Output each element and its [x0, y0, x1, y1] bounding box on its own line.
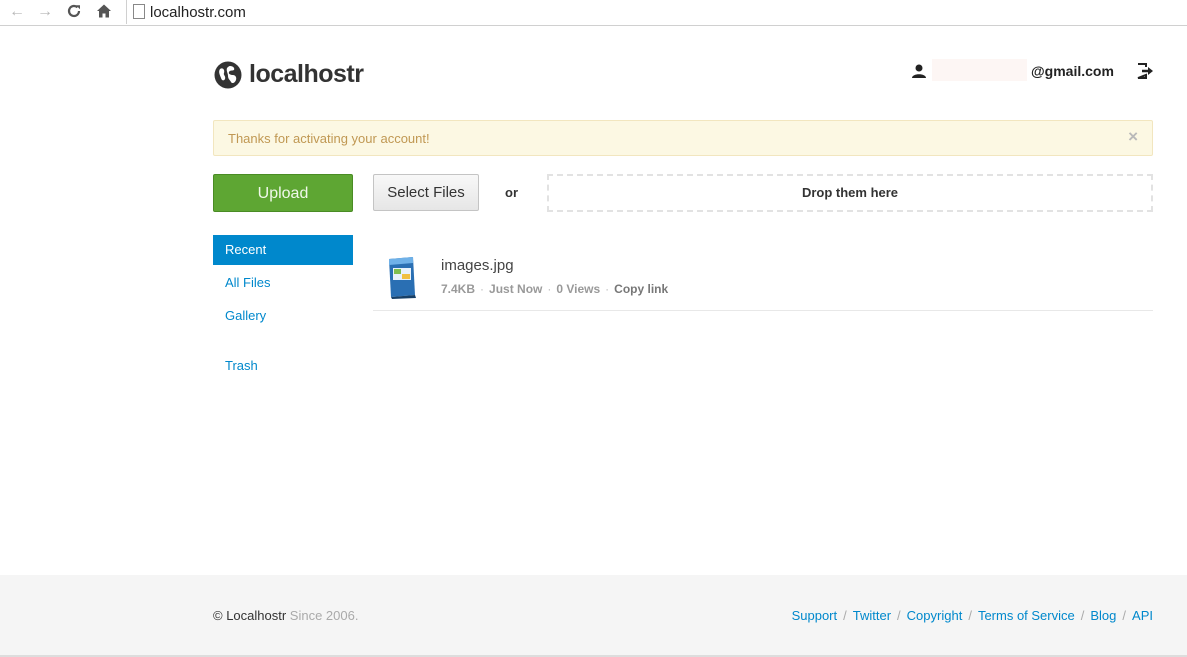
reload-icon[interactable]	[65, 3, 83, 21]
select-files-button[interactable]: Select Files	[373, 174, 479, 211]
footer-separator: /	[843, 608, 847, 623]
footer-link-blog[interactable]: Blog	[1090, 608, 1116, 623]
user-icon	[912, 64, 926, 78]
footer-link-terms[interactable]: Terms of Service	[978, 608, 1075, 623]
brand-name: localhostr	[249, 60, 364, 88]
file-time: Just Now	[489, 282, 543, 296]
page-icon	[133, 4, 145, 19]
user-name-redacted	[932, 59, 1027, 81]
upload-button[interactable]: Upload	[213, 174, 353, 212]
logout-icon[interactable]	[1136, 62, 1154, 80]
file-meta: 7.4KB · Just Now · 0 Views · Copy link	[441, 282, 668, 296]
alert-message: Thanks for activating your account!	[228, 131, 430, 146]
arrow-left-icon[interactable]: ←	[8, 3, 26, 21]
file-size: 7.4KB	[441, 282, 476, 296]
user-email[interactable]: @gmail.com	[1031, 63, 1114, 79]
footer-separator: /	[1122, 608, 1127, 623]
sidebar-item-recent[interactable]: Recent	[213, 235, 353, 265]
footer-link-copyright[interactable]: Copyright	[907, 608, 963, 623]
file-views: 0 Views	[556, 282, 601, 296]
footer-separator: /	[897, 608, 901, 623]
home-icon[interactable]	[95, 3, 113, 21]
since-text: Since 2006.	[289, 608, 359, 623]
file-list-item[interactable]: images.jpg 7.4KB · Just Now · 0 Views · Copy l…	[373, 243, 1153, 311]
footer-links: Support / Twitter / Copyright / Terms of Servi…	[792, 608, 1153, 623]
copy-link[interactable]: Copy link	[614, 282, 668, 296]
or-label: or	[505, 185, 518, 200]
footer-separator: /	[1080, 608, 1085, 623]
browser-toolbar: ← → localhostr.com	[0, 0, 1187, 26]
footer-link-twitter[interactable]: Twitter	[853, 608, 891, 623]
file-thumbnail[interactable]	[385, 255, 419, 299]
file-name[interactable]: images.jpg	[441, 257, 514, 274]
meta-separator: ·	[605, 282, 610, 296]
copyright-text: © Localhostr	[213, 608, 287, 623]
url-text: localhostr.com	[150, 4, 246, 21]
footer-separator: /	[968, 608, 972, 623]
meta-separator: ·	[547, 282, 552, 296]
close-icon[interactable]: ×	[1128, 127, 1138, 147]
address-bar[interactable]: localhostr.com	[126, 0, 1187, 24]
globe-icon	[214, 61, 242, 89]
footer-link-support[interactable]: Support	[792, 608, 838, 623]
copyright: © Localhostr Since 2006.	[213, 608, 358, 623]
footer: © Localhostr Since 2006. Support / Twitter…	[0, 575, 1187, 657]
sidebar-item-all-files[interactable]: All Files	[213, 268, 353, 298]
drop-zone[interactable]: Drop them here	[547, 174, 1153, 212]
footer-link-api[interactable]: API	[1132, 608, 1153, 623]
meta-separator: ·	[480, 282, 485, 296]
sidebar-item-gallery[interactable]: Gallery	[213, 301, 353, 331]
success-alert: Thanks for activating your account! ×	[213, 120, 1153, 156]
arrow-right-icon[interactable]: →	[36, 3, 54, 21]
sidebar-item-trash[interactable]: Trash	[213, 351, 353, 381]
